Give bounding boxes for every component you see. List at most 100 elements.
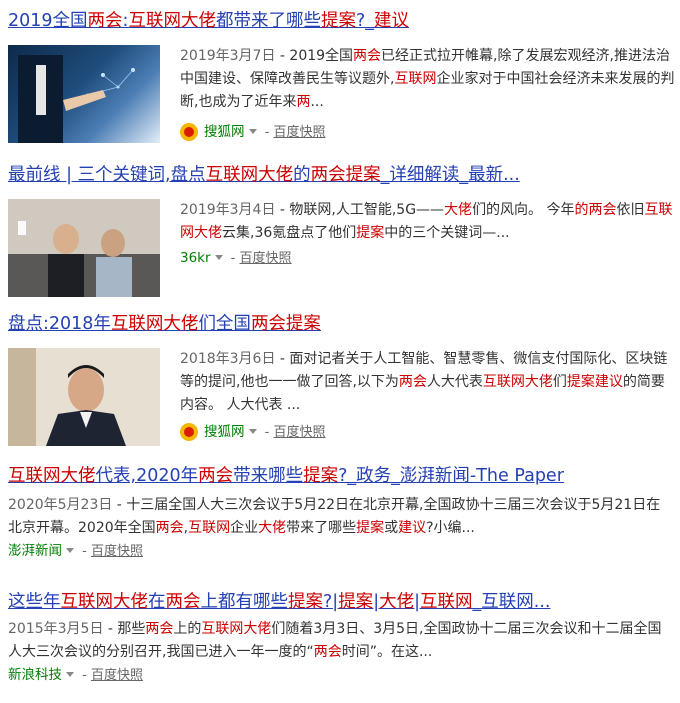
chevron-down-icon[interactable] <box>214 255 223 260</box>
keyword-highlight: 两会 <box>145 621 174 637</box>
text-segment: - 物联网,人工智能,5G—— <box>275 202 445 218</box>
source-site[interactable]: 新浪科技 <box>8 667 62 683</box>
result-abstract: 2019年3月4日 - 物联网,人工智能,5G——大佬们的风向。 今年的两会依旧… <box>180 199 678 245</box>
source-site[interactable]: 澎湃新闻 <box>8 543 62 559</box>
result-source: 新浪科技 - 百度快照 <box>8 664 674 687</box>
result-title-link[interactable]: 盘点:2018年互联网大佬们全国两会提案 <box>8 312 672 336</box>
text-segment: - 那些 <box>103 621 146 637</box>
keyword-highlight: 两会提案 <box>310 165 381 185</box>
snapshot-link[interactable]: 百度快照 <box>273 425 325 440</box>
chevron-down-icon[interactable] <box>66 548 74 553</box>
keyword-highlight: 提案 <box>288 592 323 612</box>
keyword-highlight: 两会 <box>198 466 234 486</box>
source-site[interactable]: 搜狐网 <box>204 424 245 440</box>
text-segment: ... <box>310 94 324 110</box>
keyword-highlight: 提案 <box>356 225 385 241</box>
source-site[interactable]: 36kr <box>180 250 211 266</box>
search-result-5: 这些年互联网大佬在两会上都有哪些提案?|提案|大佬|互联网_互联网... 201… <box>8 590 674 687</box>
keyword-highlight: 提案 <box>356 520 385 536</box>
result-date: 2019年3月7日 <box>180 48 276 64</box>
result-abstract: 2015年3月5日 - 那些两会上的互联网大佬们随着3月3日、3月5日,全国政协… <box>8 618 674 664</box>
text-segment: 上都有哪些 <box>200 592 289 612</box>
text-segment: - 2019全国 <box>275 48 354 64</box>
search-result-1: 2019全国两会:互联网大佬都带来了哪些提案?_建议 2019年3月7日 - 2… <box>8 9 674 144</box>
text-segment: 云集,36氪盘点了他们 <box>222 225 357 241</box>
result-title-link[interactable]: 2019全国两会:互联网大佬都带来了哪些提案?_建议 <box>8 9 672 33</box>
keyword-highlight: 互联网大佬 <box>201 621 272 637</box>
search-result-3: 盘点:2018年互联网大佬们全国两会提案 2018年3月6日 - 面对记者关于人… <box>8 312 672 446</box>
business-touch-image <box>18 55 135 143</box>
keyword-highlight: 建议 <box>374 11 409 31</box>
snapshot-link[interactable]: 百度快照 <box>91 668 143 683</box>
text-segment: 人大代表 <box>426 374 483 390</box>
chevron-down-icon[interactable] <box>248 429 257 434</box>
keyword-highlight: 提案 <box>338 592 374 612</box>
text-segment: 代表,2020年 <box>95 466 199 486</box>
chevron-down-icon[interactable] <box>248 129 257 134</box>
text-segment: ?_ <box>355 11 374 31</box>
keyword-highlight: 两会 <box>87 11 123 31</box>
text-segment: 们的风向。 今年 <box>472 202 575 218</box>
keyword-highlight: 互联网大佬 <box>205 165 294 185</box>
text-segment: _互联网... <box>472 592 551 612</box>
text-segment: 盘点:2018年 <box>8 314 111 334</box>
snapshot-link[interactable]: 百度快照 <box>91 544 143 559</box>
result-source: 搜狐网 - 百度快照 <box>180 121 325 144</box>
keyword-highlight: 两会 <box>353 48 382 64</box>
result-source: 澎湃新闻 - 百度快照 <box>8 540 674 563</box>
result-thumbnail[interactable] <box>8 348 160 446</box>
text-segment: 依旧 <box>616 202 645 218</box>
result-thumbnail[interactable] <box>8 45 160 143</box>
abstract-text: - 那些两会上的互联网大佬们随着3月3日、3月5日,全国政协十二届三次会议和十二… <box>8 621 661 660</box>
keyword-highlight: 两会提案 <box>250 314 321 334</box>
result-date: 2020年5月23日 <box>8 497 113 513</box>
keyword-highlight: 两会 <box>155 520 184 536</box>
result-date: 2019年3月4日 <box>180 202 276 218</box>
keyword-highlight: 提案建议 <box>566 374 623 390</box>
chevron-down-icon[interactable] <box>66 672 74 677</box>
result-source: 36kr - 百度快照 <box>180 247 292 270</box>
snapshot-link[interactable]: 百度快照 <box>273 125 325 140</box>
text-segment: _详细解读_最新... <box>380 165 520 185</box>
keyword-highlight: 两 <box>296 94 311 110</box>
text-segment: 上的 <box>173 621 202 637</box>
keyword-highlight: 互联网大佬 <box>110 314 199 334</box>
result-source: 搜狐网 - 百度快照 <box>180 421 325 444</box>
keyword-highlight: 互联网 <box>188 520 231 536</box>
keyword-highlight: 互联网大佬 <box>128 11 216 31</box>
result-thumbnail[interactable] <box>8 199 160 297</box>
text-segment: 或 <box>384 520 399 536</box>
keyword-highlight: 大佬 <box>258 520 287 536</box>
keyword-highlight: 的两会 <box>574 202 617 218</box>
snapshot-link[interactable]: 百度快照 <box>240 251 292 266</box>
source-site[interactable]: 搜狐网 <box>204 124 245 140</box>
result-date: 2015年3月5日 <box>8 621 104 637</box>
text-segment: ?_政务_澎湃新闻-The Paper <box>338 466 564 486</box>
result-title-link[interactable]: 最前线 | 三个关键词,盘点互联网大佬的两会提案_详细解读_最新... <box>8 163 672 187</box>
keyword-highlight: 提案 <box>320 11 356 31</box>
keyword-highlight: 互联网大佬 <box>482 374 553 390</box>
search-result-2: 最前线 | 三个关键词,盘点互联网大佬的两会提案_详细解读_最新... 2019… <box>8 163 673 297</box>
result-title-link[interactable]: 这些年互联网大佬在两会上都有哪些提案?|提案|大佬|互联网_互联网... <box>8 590 674 614</box>
keyword-highlight: 大佬 <box>444 202 473 218</box>
keyword-highlight: 互联网大佬 <box>8 466 96 486</box>
text-segment: 时间”。在这... <box>341 644 433 660</box>
separator: - <box>78 544 91 559</box>
text-segment: 们全国 <box>198 314 251 334</box>
text-segment: 这些年 <box>8 592 61 612</box>
text-segment: 的 <box>293 165 311 185</box>
separator: - <box>226 251 240 266</box>
text-segment: 最前线 | 三个关键词,盘点 <box>8 165 206 185</box>
text-segment: 企业 <box>230 520 259 536</box>
result-title-link[interactable]: 互联网大佬代表,2020年两会带来哪些提案?_政务_澎湃新闻-The Paper <box>8 464 674 488</box>
result-abstract: 2020年5月23日 - 十三届全国人大三次会议于5月22日在北京开幕,全国政协… <box>8 494 674 540</box>
text-segment: ?| <box>323 592 339 612</box>
keyword-highlight: 两会 <box>313 644 342 660</box>
text-segment: 2019全国 <box>8 11 88 31</box>
result-date: 2018年3月6日 <box>180 351 276 367</box>
meeting-photo <box>8 199 160 297</box>
text-segment: ?小编... <box>426 520 475 536</box>
search-result-4: 互联网大佬代表,2020年两会带来哪些提案?_政务_澎湃新闻-The Paper… <box>8 464 674 563</box>
text-segment: 在 <box>148 592 166 612</box>
result-abstract: 2019年3月7日 - 2019全国两会已经正式拉开帷幕,除了发展宏观经济,推进… <box>180 45 678 114</box>
